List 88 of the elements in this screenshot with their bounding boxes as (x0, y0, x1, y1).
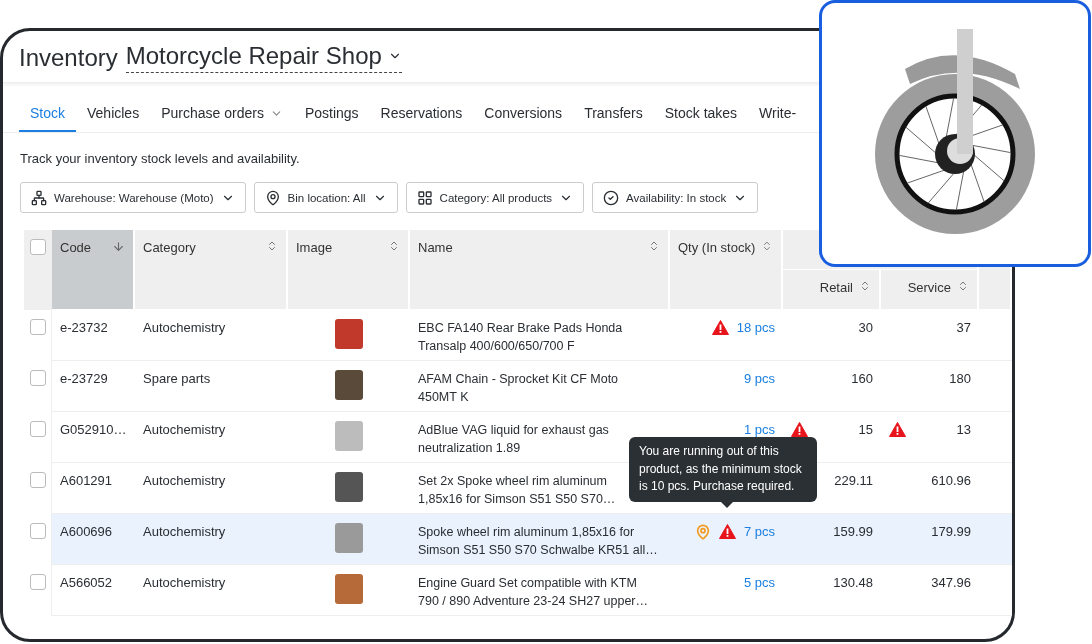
check-circle-icon (603, 189, 620, 206)
column-header[interactable]: Name (410, 230, 670, 310)
retail-price: 160 (851, 370, 873, 388)
code-text: G052910… (60, 421, 127, 439)
product-photo (335, 523, 363, 553)
tooltip-arrow (721, 501, 733, 508)
table-row[interactable]: A600696 Autochemistry Spoke wheel rim aluminum 1,85x16 for Simson S51 S50 S70 Schwalbe KR51 all… 7 pcs 159.99 179.99 (52, 514, 1012, 565)
sort-icon[interactable] (859, 280, 871, 292)
product-photo (335, 472, 363, 502)
quantity-link[interactable]: 18 pcs (736, 319, 775, 337)
quantity-link[interactable]: 9 pcs (743, 370, 775, 388)
retail-price: 159.99 (833, 523, 873, 541)
product-photo (335, 370, 363, 400)
grid-icon (416, 189, 433, 206)
product-name[interactable]: AFAM Chain - Sprocket Kit CF Moto 450MT K (418, 370, 619, 406)
sort-icon[interactable] (388, 240, 400, 252)
service-price: 13 (956, 421, 971, 439)
row-checkbox[interactable] (29, 523, 46, 539)
code-text: e-23729 (60, 370, 108, 388)
service-price: 610.96 (931, 472, 971, 490)
service-price: 347.96 (931, 574, 971, 592)
sort-icon[interactable] (957, 280, 969, 292)
product-name[interactable]: Set 2x Spoke wheel rim aluminum 1,85x16 for Simson S51 S50 S70… (418, 472, 616, 508)
map-pin-icon (264, 189, 281, 206)
quantity-link[interactable]: 1 pcs (743, 421, 775, 439)
page-description: Track your inventory stock levels and availability. (20, 151, 301, 166)
page-title: Inventory (19, 43, 118, 72)
filter-dropdown[interactable]: Bin location: All (253, 182, 398, 213)
warehouse-icon (31, 189, 47, 206)
quantity-link[interactable]: 7 pcs (743, 523, 775, 541)
code-text: e-23732 (60, 319, 108, 337)
code-text: A601291 (60, 472, 113, 490)
filter-dropdown[interactable]: Category: All products (405, 182, 585, 213)
service-price: 179.99 (931, 523, 971, 541)
quantity-link[interactable]: 5 pcs (743, 574, 775, 592)
retail-price: 130.48 (833, 574, 873, 592)
tab[interactable]: Stock takes (653, 101, 749, 132)
filter-dropdown[interactable]: Availability: In stock (592, 182, 759, 213)
category-text: Autochemistry (143, 523, 226, 541)
category-text: Autochemistry (143, 421, 226, 439)
row-checkbox[interactable] (29, 574, 46, 590)
warning-icon (711, 320, 729, 335)
row-checkbox[interactable] (29, 370, 46, 386)
retail-price: 30 (858, 319, 873, 337)
service-price: 37 (956, 319, 971, 337)
category-text: Autochemistry (143, 574, 226, 592)
shop-selector[interactable]: Motorcycle Repair Shop (125, 42, 402, 73)
tab[interactable]: Write- (748, 101, 808, 132)
tab[interactable]: Transfers (573, 101, 654, 132)
category-text: Spare parts (143, 370, 211, 388)
column-header[interactable]: Code (52, 230, 135, 310)
row-checkbox[interactable] (29, 319, 46, 335)
column-header[interactable]: Category (135, 230, 288, 310)
tab[interactable]: Reservations (369, 101, 474, 132)
sort-icon[interactable] (266, 240, 278, 252)
select-all-checkbox[interactable] (29, 239, 46, 255)
column-header[interactable]: Qty (In stock) (670, 230, 783, 310)
tab[interactable]: Conversions (473, 101, 574, 132)
tab[interactable]: Purchase orders (150, 101, 294, 132)
product-name[interactable]: Engine Guard Set compatible with KTM 790 / 890 Adventure 23-24 SH27 upper… (418, 574, 649, 610)
warning-icon (718, 524, 736, 539)
filter-dropdown[interactable]: Warehouse: Warehouse (Moto) (20, 182, 246, 213)
product-name[interactable]: Spoke wheel rim aluminum 1,85x16 for Simson S51 S50 S70 Schwalbe KR51 all… (418, 523, 658, 559)
sort-icon[interactable] (761, 240, 773, 252)
sort-down-icon[interactable] (112, 240, 125, 253)
product-name[interactable]: EBC FA140 Rear Brake Pads Honda Transalp 400/600/650/700 F (418, 319, 623, 355)
warning-icon (791, 422, 808, 437)
product-photo (335, 319, 363, 349)
warning-icon (889, 422, 906, 437)
product-name[interactable]: AdBlue VAG liquid for exhaust gas neutralization 1.89 (418, 421, 609, 457)
retail-price: 15 (858, 421, 873, 439)
column-header[interactable]: Image (288, 230, 410, 310)
tab[interactable]: Postings (293, 101, 370, 132)
column-header[interactable]: Retail (783, 270, 881, 310)
row-checkbox[interactable] (29, 472, 46, 488)
sort-icon[interactable] (648, 240, 660, 252)
tab[interactable]: Stock (19, 101, 76, 132)
service-price: 180 (949, 370, 971, 388)
column-header[interactable]: Service (881, 270, 979, 310)
row-checkbox[interactable] (29, 421, 46, 437)
code-text: A566052 (60, 574, 113, 592)
product-photo (335, 421, 363, 451)
product-photo (335, 574, 363, 604)
category-text: Autochemistry (143, 472, 226, 490)
code-text: A600696 (60, 523, 113, 541)
category-text: Autochemistry (143, 319, 226, 337)
retail-price: 229.11 (834, 472, 873, 490)
tab[interactable]: Vehicles (76, 101, 151, 132)
